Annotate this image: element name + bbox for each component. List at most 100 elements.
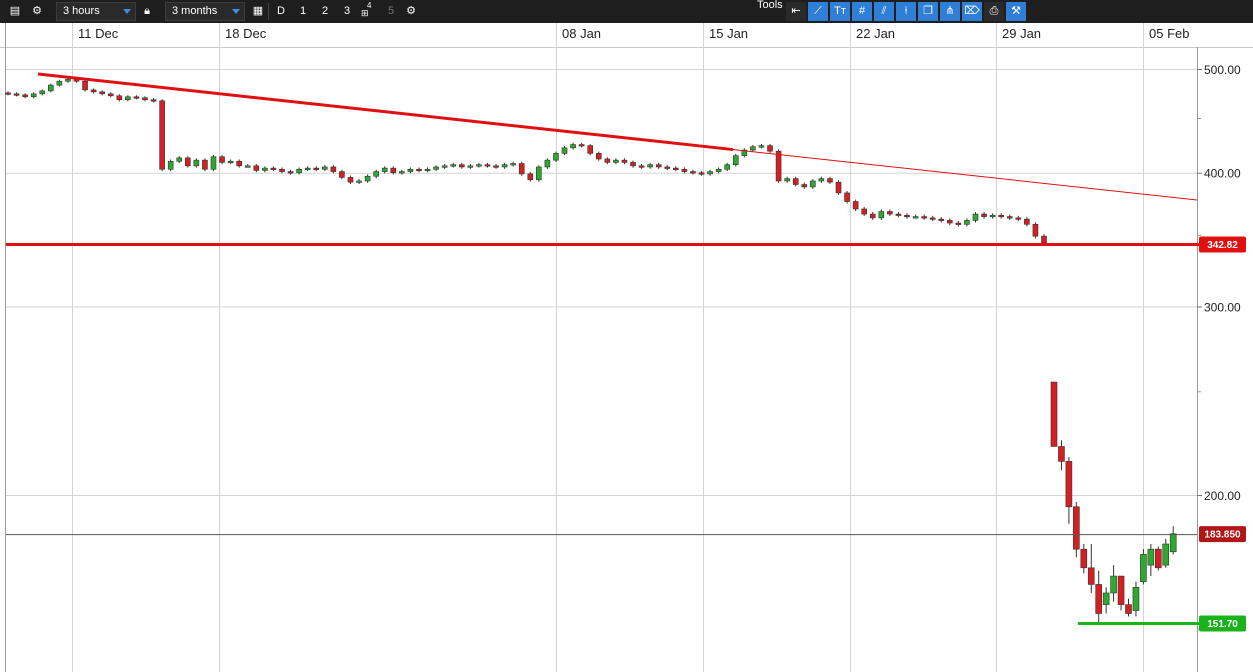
candle-up <box>510 163 516 166</box>
candle-up <box>750 146 756 151</box>
candle-down <box>527 173 534 181</box>
candle-up <box>321 166 328 170</box>
candle-down <box>904 215 910 218</box>
candle-down <box>981 213 987 217</box>
candle-up <box>304 167 311 170</box>
candle-up <box>450 164 457 167</box>
candle-down <box>1032 224 1039 237</box>
candle-down <box>844 192 850 202</box>
period-button-d[interactable]: D <box>273 2 289 21</box>
candle-down <box>767 145 773 152</box>
fibonacci-tool-icon[interactable]: ⫽ <box>874 2 894 21</box>
candle-up <box>356 180 362 183</box>
candle-down <box>484 164 491 167</box>
list-icon[interactable]: ▤ <box>7 2 23 21</box>
candle-down <box>921 216 927 219</box>
candle-down <box>1095 584 1102 614</box>
candle-up <box>536 166 542 181</box>
candle-down <box>313 167 320 170</box>
candle-down <box>185 157 191 167</box>
candle-down <box>587 145 594 154</box>
candle-down <box>998 215 1004 218</box>
candle-down <box>142 97 148 101</box>
candle-tool-icon[interactable]: ⍿ <box>896 2 916 21</box>
lock-icon[interactable]: 🔒︎ <box>140 2 154 21</box>
candle-down <box>5 92 11 95</box>
candle-down <box>219 156 225 163</box>
date-tick-label: 05 Feb <box>1149 26 1189 41</box>
date-tick-label: 11 Dec <box>78 26 119 41</box>
candle-down <box>887 211 893 215</box>
candle-up <box>912 216 919 219</box>
candle-up <box>570 144 576 149</box>
candle-down <box>458 164 465 168</box>
candle-down <box>1155 548 1162 569</box>
candle-down <box>493 165 499 168</box>
period-button-2[interactable]: 2 <box>317 2 333 21</box>
candle-up <box>732 155 739 165</box>
candle-down <box>681 168 688 172</box>
period-button-3[interactable]: 3 <box>339 2 355 21</box>
candle-up <box>758 145 765 148</box>
candle-up <box>262 167 268 171</box>
candle-up <box>1132 586 1140 611</box>
channel-tool-icon[interactable]: ❐ <box>918 2 938 21</box>
candle-up <box>193 159 200 167</box>
candle-up <box>296 168 302 174</box>
candle-down <box>13 93 20 96</box>
candle-up <box>818 178 825 182</box>
wrench-icon[interactable]: ⚒ <box>1006 2 1026 21</box>
candle-down <box>835 181 842 194</box>
candle-up <box>878 211 885 219</box>
date-tick-label: 08 Jan <box>562 26 601 41</box>
chart-background <box>0 23 1253 672</box>
calendar-icon[interactable]: ▦ <box>251 2 265 21</box>
candle-up <box>1102 592 1110 605</box>
candle-up <box>561 147 568 154</box>
settings-gear-icon[interactable]: ⚙ <box>403 2 419 21</box>
candle-up <box>433 166 439 170</box>
label-tool-icon[interactable]: ⌦ <box>962 2 982 21</box>
candle-up <box>647 164 653 168</box>
gear-icon[interactable]: ⚙ <box>29 2 45 21</box>
price-chart[interactable]: 11 Dec 18 Dec 08 Jan 15 Jan 22 Jan 29 Jan 05 F… <box>0 23 1253 672</box>
arrow-left-icon[interactable]: ⇤ <box>786 2 806 21</box>
period-button-1[interactable]: 1 <box>295 2 311 21</box>
candle-down <box>1024 218 1030 225</box>
candle-down <box>1117 575 1125 605</box>
candle-down <box>330 166 337 172</box>
range-select[interactable]: 3 months <box>165 2 245 21</box>
period-button-4[interactable]: 4 ⊞ <box>359 1 375 21</box>
date-tick-label: 29 Jan <box>1002 26 1041 41</box>
period-button-5[interactable]: 5 <box>383 2 399 21</box>
candle-down <box>253 165 260 171</box>
interval-select[interactable]: 3 hours <box>56 2 136 21</box>
candle-down <box>518 163 525 175</box>
candle-down <box>1015 217 1022 220</box>
candle-up <box>707 171 713 175</box>
chevron-down-icon <box>123 9 131 14</box>
candle-up <box>1110 575 1117 594</box>
candle-down <box>664 166 671 169</box>
chart-toolbar: ▤ ⚙ 3 hours 🔒︎ 3 months ▦ D 1 2 3 4 ⊞ 5 … <box>0 0 1253 24</box>
candle-down <box>202 159 208 170</box>
candle-up <box>613 159 619 163</box>
candle-up <box>1147 548 1155 566</box>
pitchfork-tool-icon[interactable]: ⋔ <box>940 2 960 21</box>
range-value: 3 months <box>172 5 218 17</box>
candle-up <box>441 165 448 168</box>
candle-down <box>638 165 645 168</box>
text-tool-icon[interactable]: Tт <box>830 2 850 21</box>
candle-down <box>801 184 808 188</box>
candle-down <box>390 167 397 174</box>
candle-down <box>159 100 165 170</box>
grid-tool-icon[interactable]: # <box>852 2 872 21</box>
candle-down <box>133 96 140 99</box>
candle-up <box>244 165 251 168</box>
candle-down <box>578 144 585 147</box>
candle-up <box>467 165 474 168</box>
candle-down <box>150 99 157 102</box>
trendline-tool-icon[interactable]: ⟋ <box>808 2 828 21</box>
print-icon[interactable]: ⎙ <box>984 2 1004 21</box>
resistance-price-label: 342.82 <box>1207 240 1238 251</box>
